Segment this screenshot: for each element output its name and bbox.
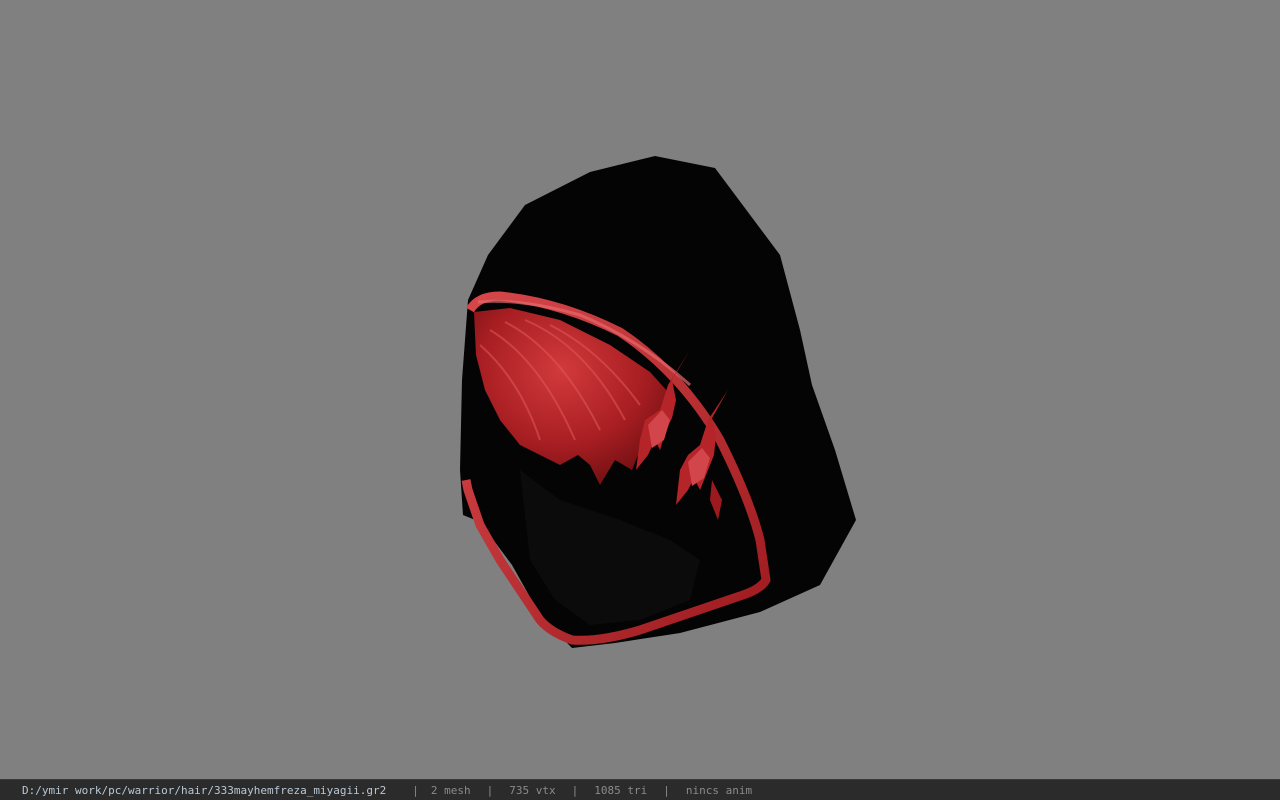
- separator: |: [412, 783, 419, 797]
- 3d-viewport[interactable]: [0, 0, 1280, 779]
- model-render: [460, 156, 856, 648]
- mesh-count: 2 mesh: [430, 783, 471, 797]
- triangle-count: 1085 tri: [594, 783, 648, 797]
- animation-status: nincs anim: [685, 783, 753, 797]
- file-path: D:/ymir work/pc/warrior/hair/333mayhemfr…: [22, 783, 387, 797]
- vertex-count: 735 vtx: [509, 783, 556, 797]
- status-bar: D:/ymir work/pc/warrior/hair/333mayhemfr…: [0, 779, 1280, 800]
- separator: |: [571, 783, 579, 797]
- separator: |: [486, 783, 494, 797]
- separator: |: [663, 783, 670, 797]
